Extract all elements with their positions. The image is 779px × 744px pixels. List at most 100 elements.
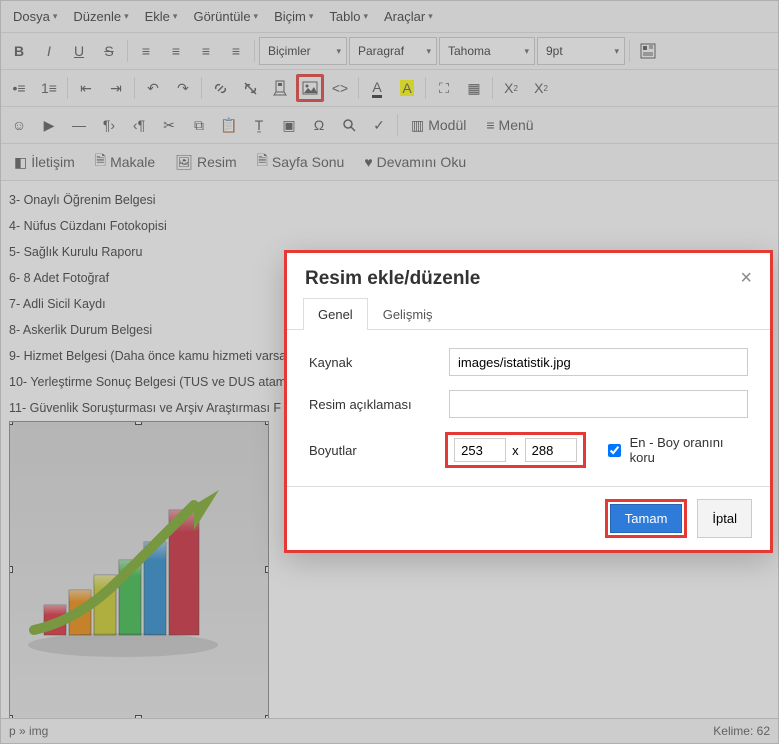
contact-button[interactable]: ◧ İletişim bbox=[5, 148, 84, 176]
menu-insert[interactable]: Ekle▾ bbox=[139, 5, 184, 28]
subscript-button[interactable]: X2 bbox=[497, 74, 525, 102]
label-source: Kaynak bbox=[309, 355, 439, 370]
menu-format[interactable]: Biçim▾ bbox=[268, 5, 319, 28]
height-input[interactable] bbox=[525, 438, 577, 462]
image-icon bbox=[302, 81, 318, 95]
resize-handle[interactable] bbox=[135, 421, 142, 425]
resize-handle[interactable] bbox=[265, 715, 269, 718]
fullscreen-button[interactable]: ⛶ bbox=[430, 74, 458, 102]
label-dimensions: Boyutlar bbox=[309, 443, 435, 458]
toolbar-row-4: ◧ İletişim 🗎 Makale 🖼 Resim 🗎 Sayfa Sonu… bbox=[1, 144, 778, 181]
specialchar-button[interactable]: Ω bbox=[305, 111, 333, 139]
backcolor-button[interactable]: A bbox=[393, 74, 421, 102]
cancel-button[interactable]: İptal bbox=[697, 499, 752, 538]
ok-button[interactable]: Tamam bbox=[610, 504, 683, 533]
toolbar-row-2: •≡ 1≡ ⇤ ⇥ ↶ ↷ <> A A ⛶ ▦ bbox=[1, 70, 778, 107]
tab-advanced[interactable]: Gelişmiş bbox=[368, 298, 448, 330]
selected-image[interactable] bbox=[9, 421, 269, 718]
menu-view[interactable]: Görüntüle▾ bbox=[187, 5, 264, 28]
resize-handle[interactable] bbox=[135, 715, 142, 718]
menu-edit[interactable]: Düzenle▾ bbox=[67, 5, 134, 28]
constrain-label: En - Boy oranını koru bbox=[630, 435, 748, 465]
toolbar-row-3: ☺ ▶ — ¶› ‹¶ ✂ ⧉ 📋 Ṯ ▣ Ω ✓ ▥ Modül ≡ Menü bbox=[1, 107, 778, 144]
template-button[interactable] bbox=[634, 37, 662, 65]
styles-select[interactable]: Biçimler bbox=[259, 37, 347, 65]
link-icon bbox=[213, 81, 228, 96]
label-alt: Resim açıklaması bbox=[309, 397, 439, 412]
source-code-button[interactable]: <> bbox=[326, 74, 354, 102]
search-button[interactable] bbox=[335, 111, 363, 139]
constrain-checkbox[interactable] bbox=[608, 444, 621, 457]
fontsize-select[interactable]: 9pt bbox=[537, 37, 625, 65]
resize-handle[interactable] bbox=[9, 715, 13, 718]
rtl-button[interactable]: ‹¶ bbox=[125, 111, 153, 139]
align-right-button[interactable]: ≡ bbox=[192, 37, 220, 65]
module-button[interactable]: ▥ Modül bbox=[402, 111, 475, 139]
menu-button[interactable]: ≡ Menü bbox=[477, 111, 542, 139]
show-blocks-button[interactable]: ▣ bbox=[275, 111, 303, 139]
paste-button[interactable]: 📋 bbox=[215, 111, 243, 139]
dimensions-group: x bbox=[445, 432, 586, 468]
bullet-list-button[interactable]: •≡ bbox=[5, 74, 33, 102]
align-left-button[interactable]: ≡ bbox=[132, 37, 160, 65]
tab-general[interactable]: Genel bbox=[303, 298, 368, 330]
block-select[interactable]: Paragraf bbox=[349, 37, 437, 65]
undo-button[interactable]: ↶ bbox=[139, 74, 167, 102]
strike-button[interactable]: S bbox=[95, 37, 123, 65]
ok-highlight: Tamam bbox=[605, 499, 688, 538]
content-line[interactable]: 3- Onaylı Öğrenim Belgesi bbox=[9, 187, 770, 213]
anchor-icon bbox=[273, 80, 287, 96]
pagebreak-button[interactable]: 🗎 Sayfa Sonu bbox=[248, 148, 354, 176]
width-input[interactable] bbox=[454, 438, 506, 462]
numbered-list-button[interactable]: 1≡ bbox=[35, 74, 63, 102]
toolbar-row-1: B I U S ≡ ≡ ≡ ≡ Biçimler Paragraf Tahoma… bbox=[1, 33, 778, 70]
table-button[interactable]: ▦ bbox=[460, 74, 488, 102]
indent-button[interactable]: ⇥ bbox=[102, 74, 130, 102]
alt-input[interactable] bbox=[449, 390, 748, 418]
emoticon-button[interactable]: ☺ bbox=[5, 111, 33, 139]
superscript-button[interactable]: X2 bbox=[527, 74, 555, 102]
link-button[interactable] bbox=[206, 74, 234, 102]
image-manager-button[interactable]: 🖼 Resim bbox=[166, 148, 245, 176]
font-select[interactable]: Tahoma bbox=[439, 37, 535, 65]
redo-button[interactable]: ↷ bbox=[169, 74, 197, 102]
word-count: Kelime: 62 bbox=[713, 724, 770, 738]
italic-button[interactable]: I bbox=[35, 37, 63, 65]
unlink-button[interactable] bbox=[236, 74, 264, 102]
copy-button[interactable]: ⧉ bbox=[185, 111, 213, 139]
media-button[interactable]: ▶ bbox=[35, 111, 63, 139]
spellcheck-button[interactable]: ✓ bbox=[365, 111, 393, 139]
align-center-button[interactable]: ≡ bbox=[162, 37, 190, 65]
menu-tools[interactable]: Araçlar▾ bbox=[378, 5, 439, 28]
insert-image-button[interactable] bbox=[296, 74, 324, 102]
forecolor-button[interactable]: A bbox=[363, 74, 391, 102]
resize-handle[interactable] bbox=[9, 566, 13, 573]
close-icon[interactable]: × bbox=[740, 267, 752, 290]
resize-handle[interactable] bbox=[9, 421, 13, 425]
resize-handle[interactable] bbox=[265, 566, 269, 573]
element-path[interactable]: p » img bbox=[9, 724, 48, 738]
align-justify-button[interactable]: ≡ bbox=[222, 37, 250, 65]
resize-handle[interactable] bbox=[265, 421, 269, 425]
constrain-checkbox-row[interactable]: En - Boy oranını koru bbox=[604, 435, 748, 465]
hr-button[interactable]: — bbox=[65, 111, 93, 139]
source-input[interactable] bbox=[449, 348, 748, 376]
cut-button[interactable]: ✂ bbox=[155, 111, 183, 139]
menubar: Dosya▾ Düzenle▾ Ekle▾ Görüntüle▾ Biçim▾ … bbox=[1, 1, 778, 33]
paste-text-button[interactable]: Ṯ bbox=[245, 111, 273, 139]
article-button[interactable]: 🗎 Makale bbox=[86, 148, 164, 176]
statusbar: p » img Kelime: 62 bbox=[1, 718, 778, 743]
underline-button[interactable]: U bbox=[65, 37, 93, 65]
content-line[interactable]: 4- Nüfus Cüzdanı Fotokopisi bbox=[9, 213, 770, 239]
image-dialog: Resim ekle/düzenle × Genel Gelişmiş Kayn… bbox=[284, 250, 773, 553]
anchor-button[interactable] bbox=[266, 74, 294, 102]
bold-button[interactable]: B bbox=[5, 37, 33, 65]
readmore-button[interactable]: ♥ Devamını Oku bbox=[355, 148, 475, 176]
dim-separator: x bbox=[512, 443, 519, 458]
menu-table[interactable]: Tablo▾ bbox=[323, 5, 374, 28]
dialog-title: Resim ekle/düzenle bbox=[305, 268, 480, 290]
outdent-button[interactable]: ⇤ bbox=[72, 74, 100, 102]
menu-file[interactable]: Dosya▾ bbox=[7, 5, 63, 28]
ltr-button[interactable]: ¶› bbox=[95, 111, 123, 139]
template-icon bbox=[640, 43, 656, 59]
